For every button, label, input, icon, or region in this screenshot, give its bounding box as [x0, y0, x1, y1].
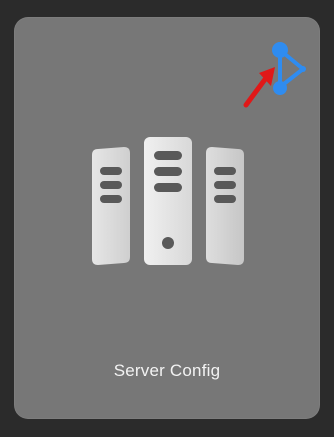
server-unit-right — [206, 147, 244, 265]
server-unit-left — [92, 147, 130, 265]
server-rack-icon — [88, 137, 248, 269]
red-arrow-icon — [243, 67, 275, 108]
server-config-tile[interactable]: Server Config — [14, 17, 320, 419]
tile-label: Server Config — [113, 361, 221, 380]
server-rack-svg — [92, 137, 244, 265]
tile-badge-area — [242, 31, 312, 121]
server-unit-center — [144, 137, 192, 265]
screen-frame: Server Config — [0, 0, 334, 437]
badge-svg — [243, 42, 306, 108]
network-share-icon[interactable] — [272, 42, 306, 95]
